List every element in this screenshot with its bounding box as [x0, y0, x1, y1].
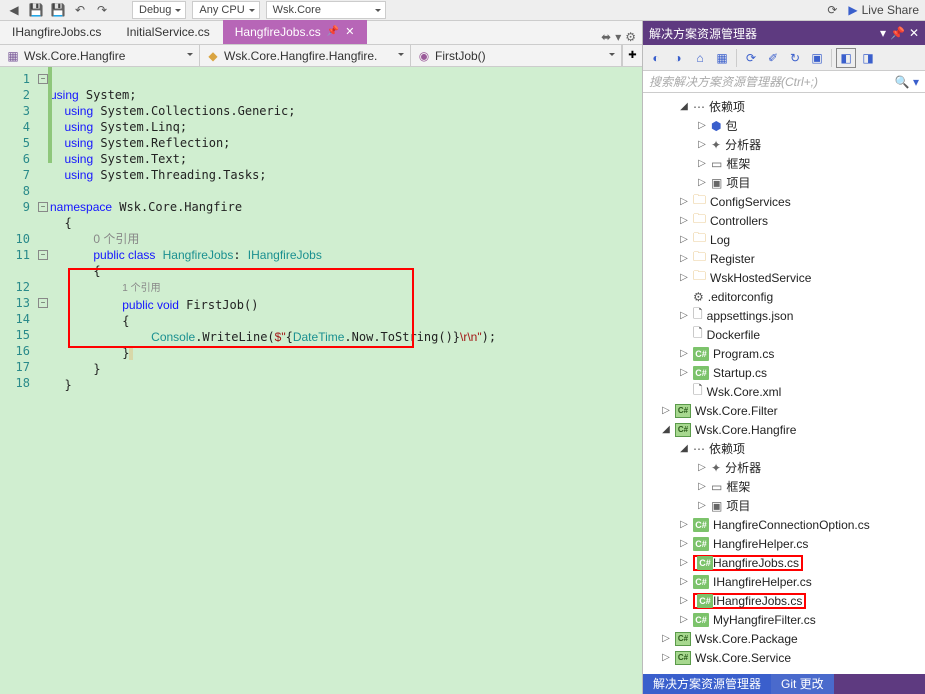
tree-node[interactable]: ▷C# IHangfireHelper.cs [643, 572, 925, 591]
line-number-gutter: 123456789 1011 12131415161718 [0, 67, 36, 694]
nav-back-icon[interactable]: ◀ [6, 2, 22, 18]
tree-node[interactable]: ▷▣ 项目 [643, 496, 925, 515]
project-icon: ▦ [6, 49, 20, 63]
class-dropdown[interactable]: ◆Wsk.Core.Hangfire.Hangfire. [200, 45, 411, 66]
show-all-icon[interactable]: ◧ [836, 48, 856, 68]
namespace-dropdown[interactable]: ▦Wsk.Core.Hangfire [0, 45, 200, 66]
back-icon[interactable]: ◐ [646, 48, 666, 68]
codelens-refs[interactable]: 0 个引用 [93, 232, 139, 246]
search-icon[interactable]: 🔍 ▾ [895, 75, 919, 89]
tree-node[interactable]: ◢⋯ 依赖项 [643, 97, 925, 116]
class-icon: ◆ [206, 49, 220, 63]
home-icon[interactable]: ⌂ [690, 48, 710, 68]
tab-ihangfirejobs[interactable]: IHangfireJobs.cs [0, 20, 114, 44]
properties-icon[interactable]: ◨ [858, 48, 878, 68]
explorer-toolbar: ◐ ◑ ⌂ ▦ ⟳ ✐ ↻ ▣ ◧ ◨ [643, 45, 925, 71]
tree-node[interactable]: ▷▭ 框架 [643, 477, 925, 496]
tree-node[interactable]: ▷C# MyHangfireFilter.cs [643, 610, 925, 629]
tab-solution-explorer[interactable]: 解决方案资源管理器 [643, 674, 771, 694]
tab-initialservice[interactable]: InitialService.cs [114, 20, 222, 44]
explorer-search[interactable]: 搜索解决方案资源管理器(Ctrl+;) 🔍 ▾ [643, 71, 925, 93]
fold-toggle[interactable]: − [38, 298, 48, 308]
editor-tab-strip: IHangfireJobs.cs InitialService.cs Hangf… [0, 21, 642, 45]
tree-node[interactable]: ▷▭ 框架 [643, 154, 925, 173]
save-all-icon[interactable]: 💾 [50, 2, 66, 18]
method-dropdown[interactable]: ◉FirstJob() [411, 45, 622, 66]
tree-node[interactable]: ▷C# Wsk.Core.Filter [643, 401, 925, 420]
collapse-icon[interactable]: ▣ [807, 48, 827, 68]
save-icon[interactable]: 💾 [28, 2, 44, 18]
tree-node[interactable]: ⚙ .editorconfig [643, 287, 925, 306]
tree-node[interactable]: ◢C# Wsk.Core.Hangfire [643, 420, 925, 439]
pin-icon[interactable]: 📌 [890, 26, 905, 40]
fold-toggle[interactable]: − [38, 202, 48, 212]
tree-node[interactable]: ▷C# HangfireJobs.cs [643, 553, 925, 572]
tree-node[interactable]: ◢⋯ 依赖项 [643, 439, 925, 458]
tab-hangfirejobs[interactable]: HangfireJobs.cs📌✕ [223, 20, 368, 44]
pending-icon[interactable]: ✐ [763, 48, 783, 68]
platform-combo[interactable]: Any CPU [192, 1, 259, 19]
dropdown-icon[interactable]: ▾ [615, 30, 621, 44]
tree-node[interactable]: ▷C# HangfireHelper.cs [643, 534, 925, 553]
tree-node[interactable]: ▷▣ 项目 [643, 173, 925, 192]
undo-icon[interactable]: ↶ [72, 2, 88, 18]
redo-icon[interactable]: ↷ [94, 2, 110, 18]
fold-toggle[interactable]: − [38, 74, 48, 84]
dropdown-icon[interactable]: ▾ [880, 26, 886, 40]
method-icon: ◉ [417, 49, 431, 63]
fwd-icon[interactable]: ◑ [668, 48, 688, 68]
tree-node[interactable]: ▷C# Program.cs [643, 344, 925, 363]
solution-explorer-title: 解决方案资源管理器 ▾📌✕ [643, 21, 925, 45]
tree-node[interactable]: 🗋 Dockerfile [643, 325, 925, 344]
pin-icon[interactable]: 📌 [327, 20, 339, 44]
tree-node[interactable]: ▷✦ 分析器 [643, 135, 925, 154]
solution-explorer: 解决方案资源管理器 ▾ 📌 ✕ ◐ ◑ ⌂ ▦ ⟳ ✐ ↻ ▣ ◧ ◨ 搜索解决方案… [643, 21, 925, 694]
config-combo[interactable]: Debug [132, 1, 186, 19]
main-toolbar: ◀ 💾 💾 ↶ ↷ Debug Any CPU Wsk.Core ⟳ ▶Live… [0, 0, 925, 21]
tree-node[interactable]: ▷⬢ 包 [643, 116, 925, 135]
browser-link-icon[interactable]: ⟳ [824, 2, 840, 18]
sync-icon[interactable]: ⟳ [741, 48, 761, 68]
refresh-icon[interactable]: ↻ [785, 48, 805, 68]
project-combo[interactable]: Wsk.Core [266, 1, 386, 19]
tree-node[interactable]: ▷C# Wsk.Core.Service [643, 648, 925, 667]
tree-node[interactable]: ▷🗋 appsettings.json [643, 306, 925, 325]
close-icon[interactable]: ✕ [345, 20, 354, 44]
codelens-refs[interactable]: 1 个引用 [122, 283, 160, 294]
tree-node[interactable]: 🗋 Wsk.Core.xml [643, 382, 925, 401]
code-editor[interactable]: 123456789 1011 12131415161718 − − − − us… [0, 67, 642, 694]
overflow-icon[interactable]: ⬌ [601, 30, 611, 44]
tree-node[interactable]: ▷C# Startup.cs [643, 363, 925, 382]
tree-node[interactable]: ▷C# HangfireConnectionOption.cs [643, 515, 925, 534]
tree-node[interactable]: ▷🗀 WskHostedService [643, 268, 925, 287]
tree-node[interactable]: ▷🗀 Log [643, 230, 925, 249]
fold-toggle[interactable]: − [38, 250, 48, 260]
options-icon[interactable]: ⚙ [625, 30, 636, 44]
navigation-bar: ▦Wsk.Core.Hangfire ◆Wsk.Core.Hangfire.Ha… [0, 45, 642, 67]
live-share-button[interactable]: ▶Live Share [848, 3, 919, 17]
tree-node[interactable]: ▷🗀 Register [643, 249, 925, 268]
close-icon[interactable]: ✕ [909, 26, 919, 40]
switch-view-icon[interactable]: ▦ [712, 48, 732, 68]
tree-node[interactable]: ▷C# Wsk.Core.Package [643, 629, 925, 648]
solution-tree[interactable]: ◢⋯ 依赖项▷⬢ 包▷✦ 分析器▷▭ 框架▷▣ 项目▷🗀 ConfigServi… [643, 93, 925, 674]
tree-node[interactable]: ▷C# IHangfireJobs.cs [643, 591, 925, 610]
split-icon[interactable]: ✚ [628, 50, 636, 61]
tab-git-changes[interactable]: Git 更改 [771, 674, 834, 694]
tree-node[interactable]: ▷🗀 ConfigServices [643, 192, 925, 211]
explorer-status-tabs: 解决方案资源管理器 Git 更改 [643, 674, 925, 694]
tree-node[interactable]: ▷✦ 分析器 [643, 458, 925, 477]
tree-node[interactable]: ▷🗀 Controllers [643, 211, 925, 230]
editor-pane: IHangfireJobs.cs InitialService.cs Hangf… [0, 21, 643, 694]
